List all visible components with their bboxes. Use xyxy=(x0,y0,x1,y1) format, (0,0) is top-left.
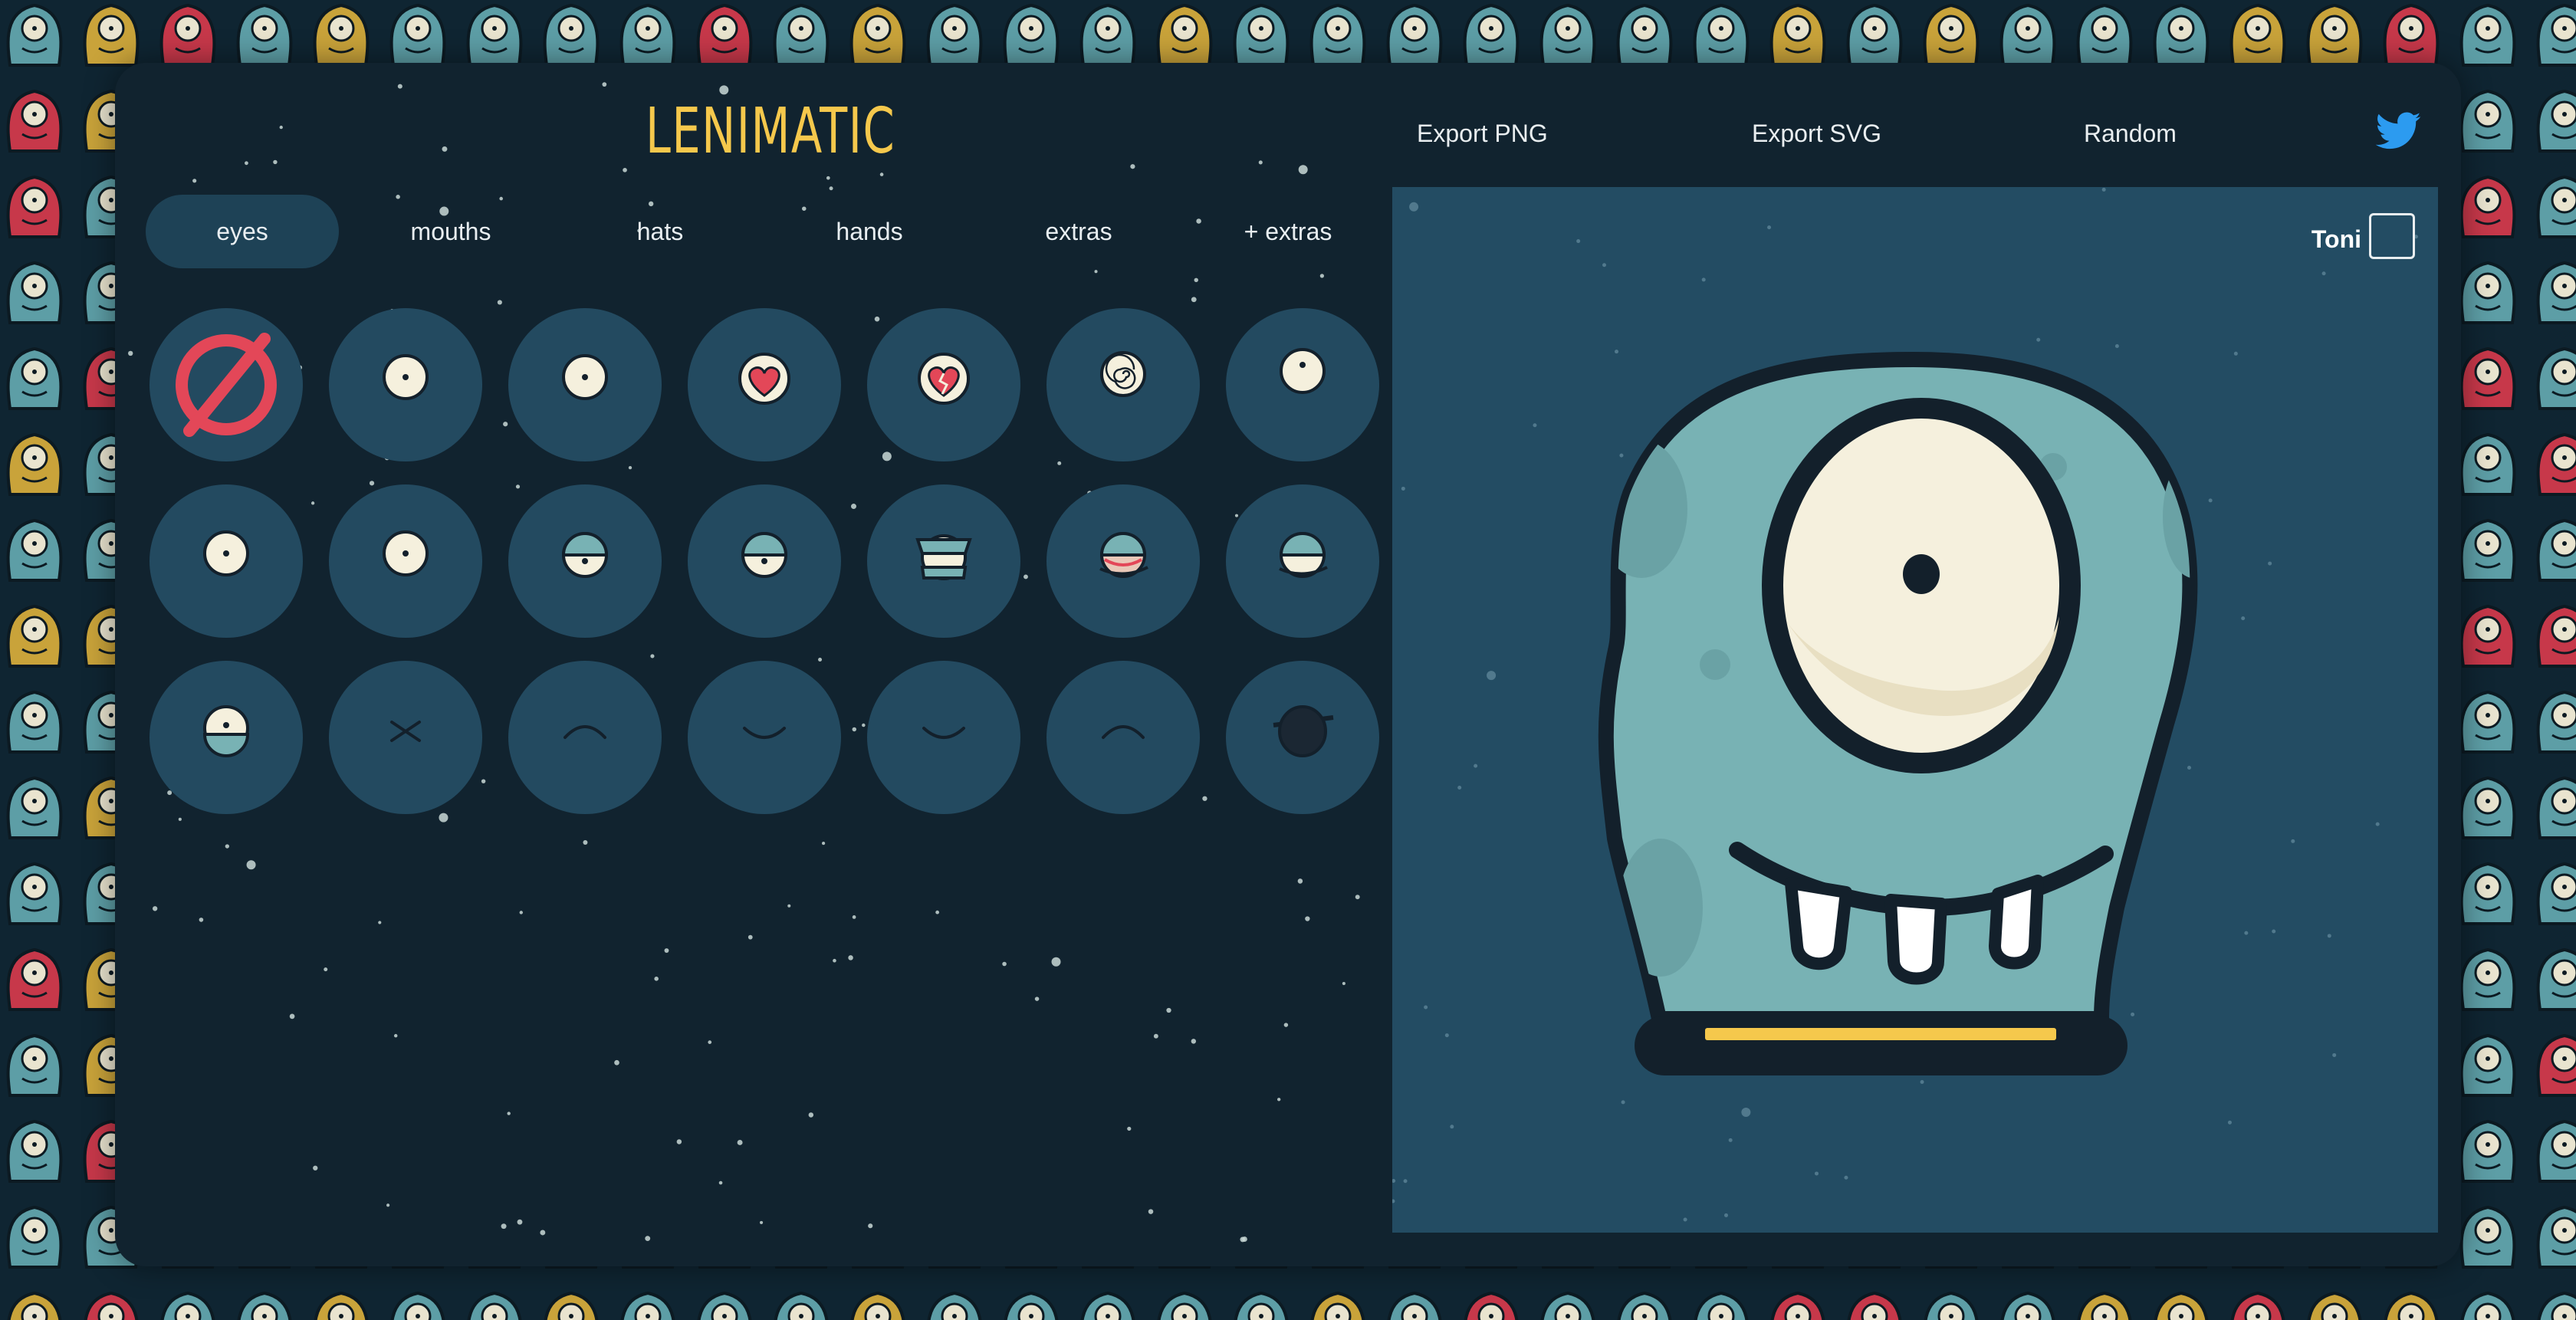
single-eye-icon xyxy=(383,530,429,576)
closed-smile-eye-icon xyxy=(922,727,965,739)
tab-hats[interactable]: hats xyxy=(564,195,757,268)
half-lid-eye-icon xyxy=(561,532,609,578)
single-eye-icon xyxy=(383,354,429,400)
none-icon xyxy=(176,333,277,437)
single-eye-icon xyxy=(562,354,608,400)
heart-eye-icon xyxy=(738,353,790,405)
monster-canvas: Toni xyxy=(1392,187,2438,1233)
eye-option-6[interactable] xyxy=(1046,308,1200,461)
export-png-button[interactable]: Export PNG xyxy=(1417,110,1548,156)
closed-arc-eye-icon xyxy=(564,725,606,739)
twitter-icon[interactable] xyxy=(2374,107,2423,156)
monster-name-label: Toni xyxy=(2311,225,2361,253)
category-tabs: eyes mouths hats hands extras + extras xyxy=(146,195,1372,268)
single-eye-up-icon xyxy=(1280,348,1326,394)
eye-option-18[interactable] xyxy=(688,661,841,814)
eye-option-15[interactable] xyxy=(150,661,303,814)
eye-option-20[interactable] xyxy=(1046,661,1200,814)
monster-preview xyxy=(1598,352,2198,1075)
eye-option-19[interactable] xyxy=(867,661,1020,814)
sleepy-eye-icon xyxy=(1279,532,1328,578)
half-lid-eye-icon xyxy=(741,532,788,578)
color-swatch-toggle[interactable] xyxy=(2369,213,2415,259)
monster-eye xyxy=(1762,398,2081,773)
eye-option-16[interactable] xyxy=(329,661,482,814)
single-eye-icon xyxy=(203,530,249,576)
angry-eye-icon xyxy=(915,534,972,580)
eye-option-17[interactable] xyxy=(508,661,662,814)
tab-hands[interactable]: hands xyxy=(773,195,966,268)
export-svg-button[interactable]: Export SVG xyxy=(1752,110,1881,156)
broken-heart-eye-icon xyxy=(918,353,970,405)
lower-lid-eye-icon xyxy=(202,705,250,757)
tab-eyes[interactable]: eyes xyxy=(146,195,339,268)
eye-option-10[interactable] xyxy=(508,484,662,638)
eye-option-1[interactable] xyxy=(150,308,303,461)
eye-option-2[interactable] xyxy=(329,308,482,461)
eye-option-21[interactable] xyxy=(1226,661,1379,814)
eye-option-8[interactable] xyxy=(150,484,303,638)
sleepy-red-eye-icon xyxy=(1099,532,1148,578)
app-logo[interactable]: LENIMATIC xyxy=(646,86,895,178)
random-button[interactable]: Random xyxy=(2084,110,2177,156)
eye-option-9[interactable] xyxy=(329,484,482,638)
closed-smile-eye-icon xyxy=(743,727,786,739)
eye-option-12[interactable] xyxy=(867,484,1020,638)
spiral-eye-icon xyxy=(1100,351,1146,397)
eye-option-4[interactable] xyxy=(688,308,841,461)
closed-arc-eye-icon xyxy=(1102,725,1145,739)
eyepatch-icon xyxy=(1273,705,1334,757)
eye-option-7[interactable] xyxy=(1226,308,1379,461)
eye-option-3[interactable] xyxy=(508,308,662,461)
eye-option-5[interactable] xyxy=(867,308,1020,461)
eye-option-13[interactable] xyxy=(1046,484,1200,638)
eye-option-11[interactable] xyxy=(688,484,841,638)
editor-card: LENIMATIC Export PNG Export SVG Random e… xyxy=(115,63,2461,1266)
eye-option-14[interactable] xyxy=(1226,484,1379,638)
closed-x-eye-icon xyxy=(390,721,421,742)
tab-extras[interactable]: extras xyxy=(982,195,1175,268)
tab-plus-extras[interactable]: + extras xyxy=(1191,195,1385,268)
tab-mouths[interactable]: mouths xyxy=(354,195,547,268)
